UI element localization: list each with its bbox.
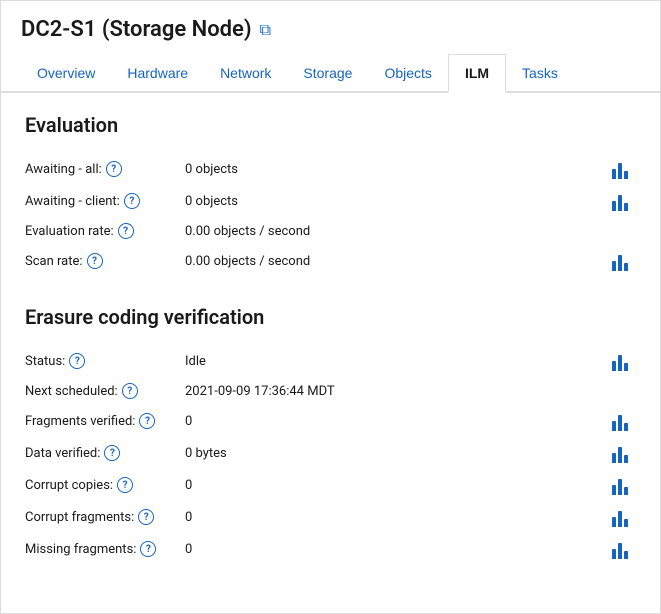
row-label: Status:? (25, 353, 185, 369)
data-row: Fragments verified:?0 (25, 405, 636, 437)
help-icon[interactable]: ? (122, 383, 138, 399)
row-label: Data verified:? (25, 445, 185, 461)
help-icon[interactable]: ? (104, 445, 120, 461)
header: DC2-S1 (Storage Node) ⧉ (1, 1, 660, 42)
evaluation-section: Evaluation Awaiting - all:?0 objectsAwai… (25, 113, 636, 277)
row-value: 0.00 objects / second (185, 254, 604, 269)
chart-icon[interactable] (612, 191, 636, 211)
row-label: Evaluation rate:? (25, 223, 185, 239)
row-value: 0 (185, 510, 604, 525)
row-value: 0 (185, 478, 604, 493)
row-value: 0 objects (185, 194, 604, 209)
row-value: 0 bytes (185, 446, 604, 461)
tab-network[interactable]: Network (204, 54, 287, 93)
data-row: Scan rate:?0.00 objects / second (25, 245, 636, 277)
chart-icon[interactable] (612, 475, 636, 495)
help-icon[interactable]: ? (69, 353, 85, 369)
data-row: Evaluation rate:?0.00 objects / second (25, 217, 636, 245)
tab-bar: OverviewHardwareNetworkStorageObjectsILM… (1, 54, 660, 93)
chart-icon[interactable] (612, 159, 636, 179)
row-value: 0 (185, 414, 604, 429)
row-value: 0.00 objects / second (185, 224, 636, 239)
row-label: Awaiting - client:? (25, 193, 185, 209)
help-icon[interactable]: ? (106, 161, 122, 177)
data-row: Missing fragments:?0 (25, 533, 636, 565)
chart-icon[interactable] (612, 443, 636, 463)
help-icon[interactable]: ? (117, 477, 133, 493)
tab-tasks[interactable]: Tasks (506, 54, 574, 93)
main-content: Evaluation Awaiting - all:?0 objectsAwai… (1, 93, 660, 613)
tab-hardware[interactable]: Hardware (111, 54, 204, 93)
help-icon[interactable]: ? (140, 541, 156, 557)
page-container: DC2-S1 (Storage Node) ⧉ OverviewHardware… (0, 0, 661, 614)
erasure-coding-section: Erasure coding verification Status:?Idle… (25, 305, 636, 565)
chart-icon[interactable] (612, 351, 636, 371)
row-label: Corrupt fragments:? (25, 509, 185, 525)
data-row: Next scheduled:?2021-09-09 17:36:44 MDT (25, 377, 636, 405)
tab-storage[interactable]: Storage (287, 54, 368, 93)
data-row: Status:?Idle (25, 345, 636, 377)
page-title: DC2-S1 (Storage Node) (21, 17, 252, 42)
tab-ilm[interactable]: ILM (448, 54, 506, 93)
row-label: Corrupt copies:? (25, 477, 185, 493)
tab-objects[interactable]: Objects (368, 54, 447, 93)
chart-icon[interactable] (612, 507, 636, 527)
help-icon[interactable]: ? (124, 193, 140, 209)
data-row: Corrupt copies:?0 (25, 469, 636, 501)
data-row: Awaiting - client:?0 objects (25, 185, 636, 217)
erasure-coding-title: Erasure coding verification (25, 305, 636, 329)
row-label: Awaiting - all:? (25, 161, 185, 177)
help-icon[interactable]: ? (139, 413, 155, 429)
row-value: 0 objects (185, 162, 604, 177)
row-label: Missing fragments:? (25, 541, 185, 557)
data-row: Awaiting - all:?0 objects (25, 153, 636, 185)
external-link-icon[interactable]: ⧉ (260, 20, 271, 40)
help-icon[interactable]: ? (118, 223, 134, 239)
help-icon[interactable]: ? (87, 253, 103, 269)
row-label: Scan rate:? (25, 253, 185, 269)
row-value: 2021-09-09 17:36:44 MDT (185, 384, 636, 399)
row-value: 0 (185, 542, 604, 557)
data-row: Corrupt fragments:?0 (25, 501, 636, 533)
evaluation-title: Evaluation (25, 113, 636, 137)
row-value: Idle (185, 354, 604, 369)
data-row: Data verified:?0 bytes (25, 437, 636, 469)
help-icon[interactable]: ? (138, 509, 154, 525)
row-label: Next scheduled:? (25, 383, 185, 399)
tab-overview[interactable]: Overview (21, 54, 111, 93)
chart-icon[interactable] (612, 411, 636, 431)
chart-icon[interactable] (612, 251, 636, 271)
chart-icon[interactable] (612, 539, 636, 559)
row-label: Fragments verified:? (25, 413, 185, 429)
